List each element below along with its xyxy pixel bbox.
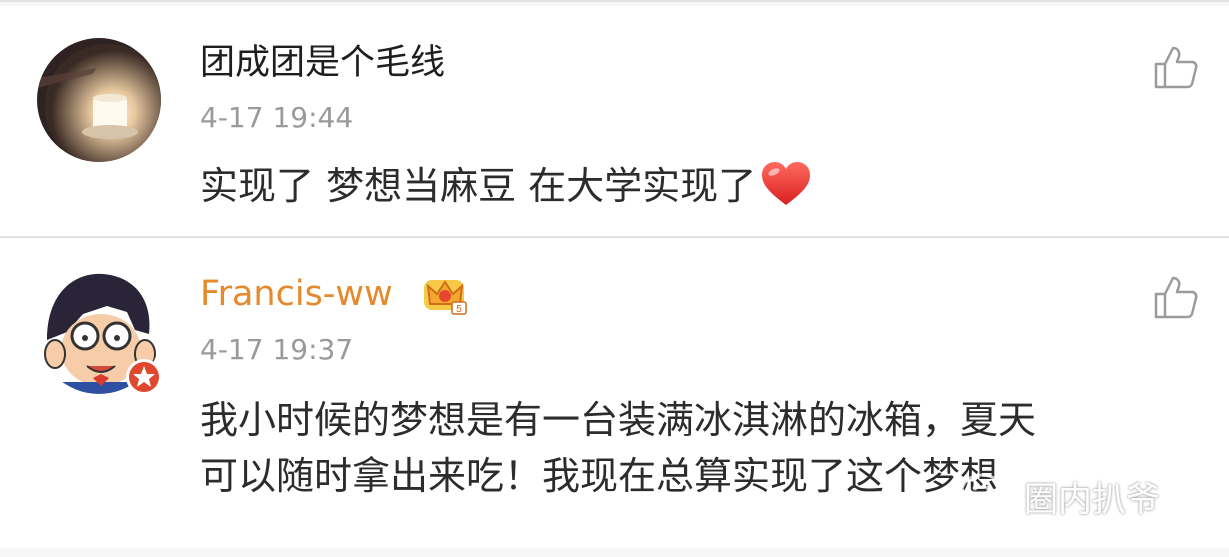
comment-feed: 团成团是个毛线 4-17 19:44 实现了 梦想当麻豆 在大学实现了 Fran… — [0, 0, 1229, 557]
vip-crown-icon: 5 — [424, 280, 467, 315]
candle-avatar — [37, 38, 161, 162]
comment-text-line: 实现了 梦想当麻豆 在大学实现了 — [200, 164, 757, 208]
like-button[interactable] — [1153, 274, 1199, 320]
timestamp: 4-17 19:44 — [200, 101, 354, 134]
username[interactable]: Francis-ww — [200, 274, 393, 314]
wechat-icon — [960, 473, 1017, 518]
username[interactable]: 团成团是个毛线 — [200, 43, 445, 83]
avatar[interactable] — [37, 38, 161, 162]
thumbs-up-icon — [1154, 276, 1198, 319]
watermark: 圈内扒爷 — [960, 468, 1160, 524]
verified-badge-icon — [126, 359, 162, 395]
comment-text: 我小时候的梦想是有一台装满冰淇淋的冰箱，夏天 可以随时拿出来吃！我现在总算实现了… — [200, 392, 1036, 504]
heart-icon — [762, 162, 811, 205]
comment-item: 团成团是个毛线 4-17 19:44 实现了 梦想当麻豆 在大学实现了 — [0, 6, 1229, 236]
thumbs-up-icon — [1154, 46, 1198, 89]
like-button[interactable] — [1153, 44, 1199, 90]
watermark-text: 圈内扒爷 — [1024, 479, 1160, 520]
comment-text-line: 我小时候的梦想是有一台装满冰淇淋的冰箱，夏天 — [200, 398, 1037, 442]
divider — [0, 0, 1229, 2]
timestamp: 4-17 19:37 — [200, 333, 354, 366]
avatar[interactable] — [37, 270, 162, 395]
comment-text-line: 可以随时拿出来吃！我现在总算实现了这个梦想 — [200, 454, 999, 498]
comment-text: 实现了 梦想当麻豆 在大学实现了 — [200, 158, 812, 214]
svg-text:5: 5 — [456, 304, 462, 315]
